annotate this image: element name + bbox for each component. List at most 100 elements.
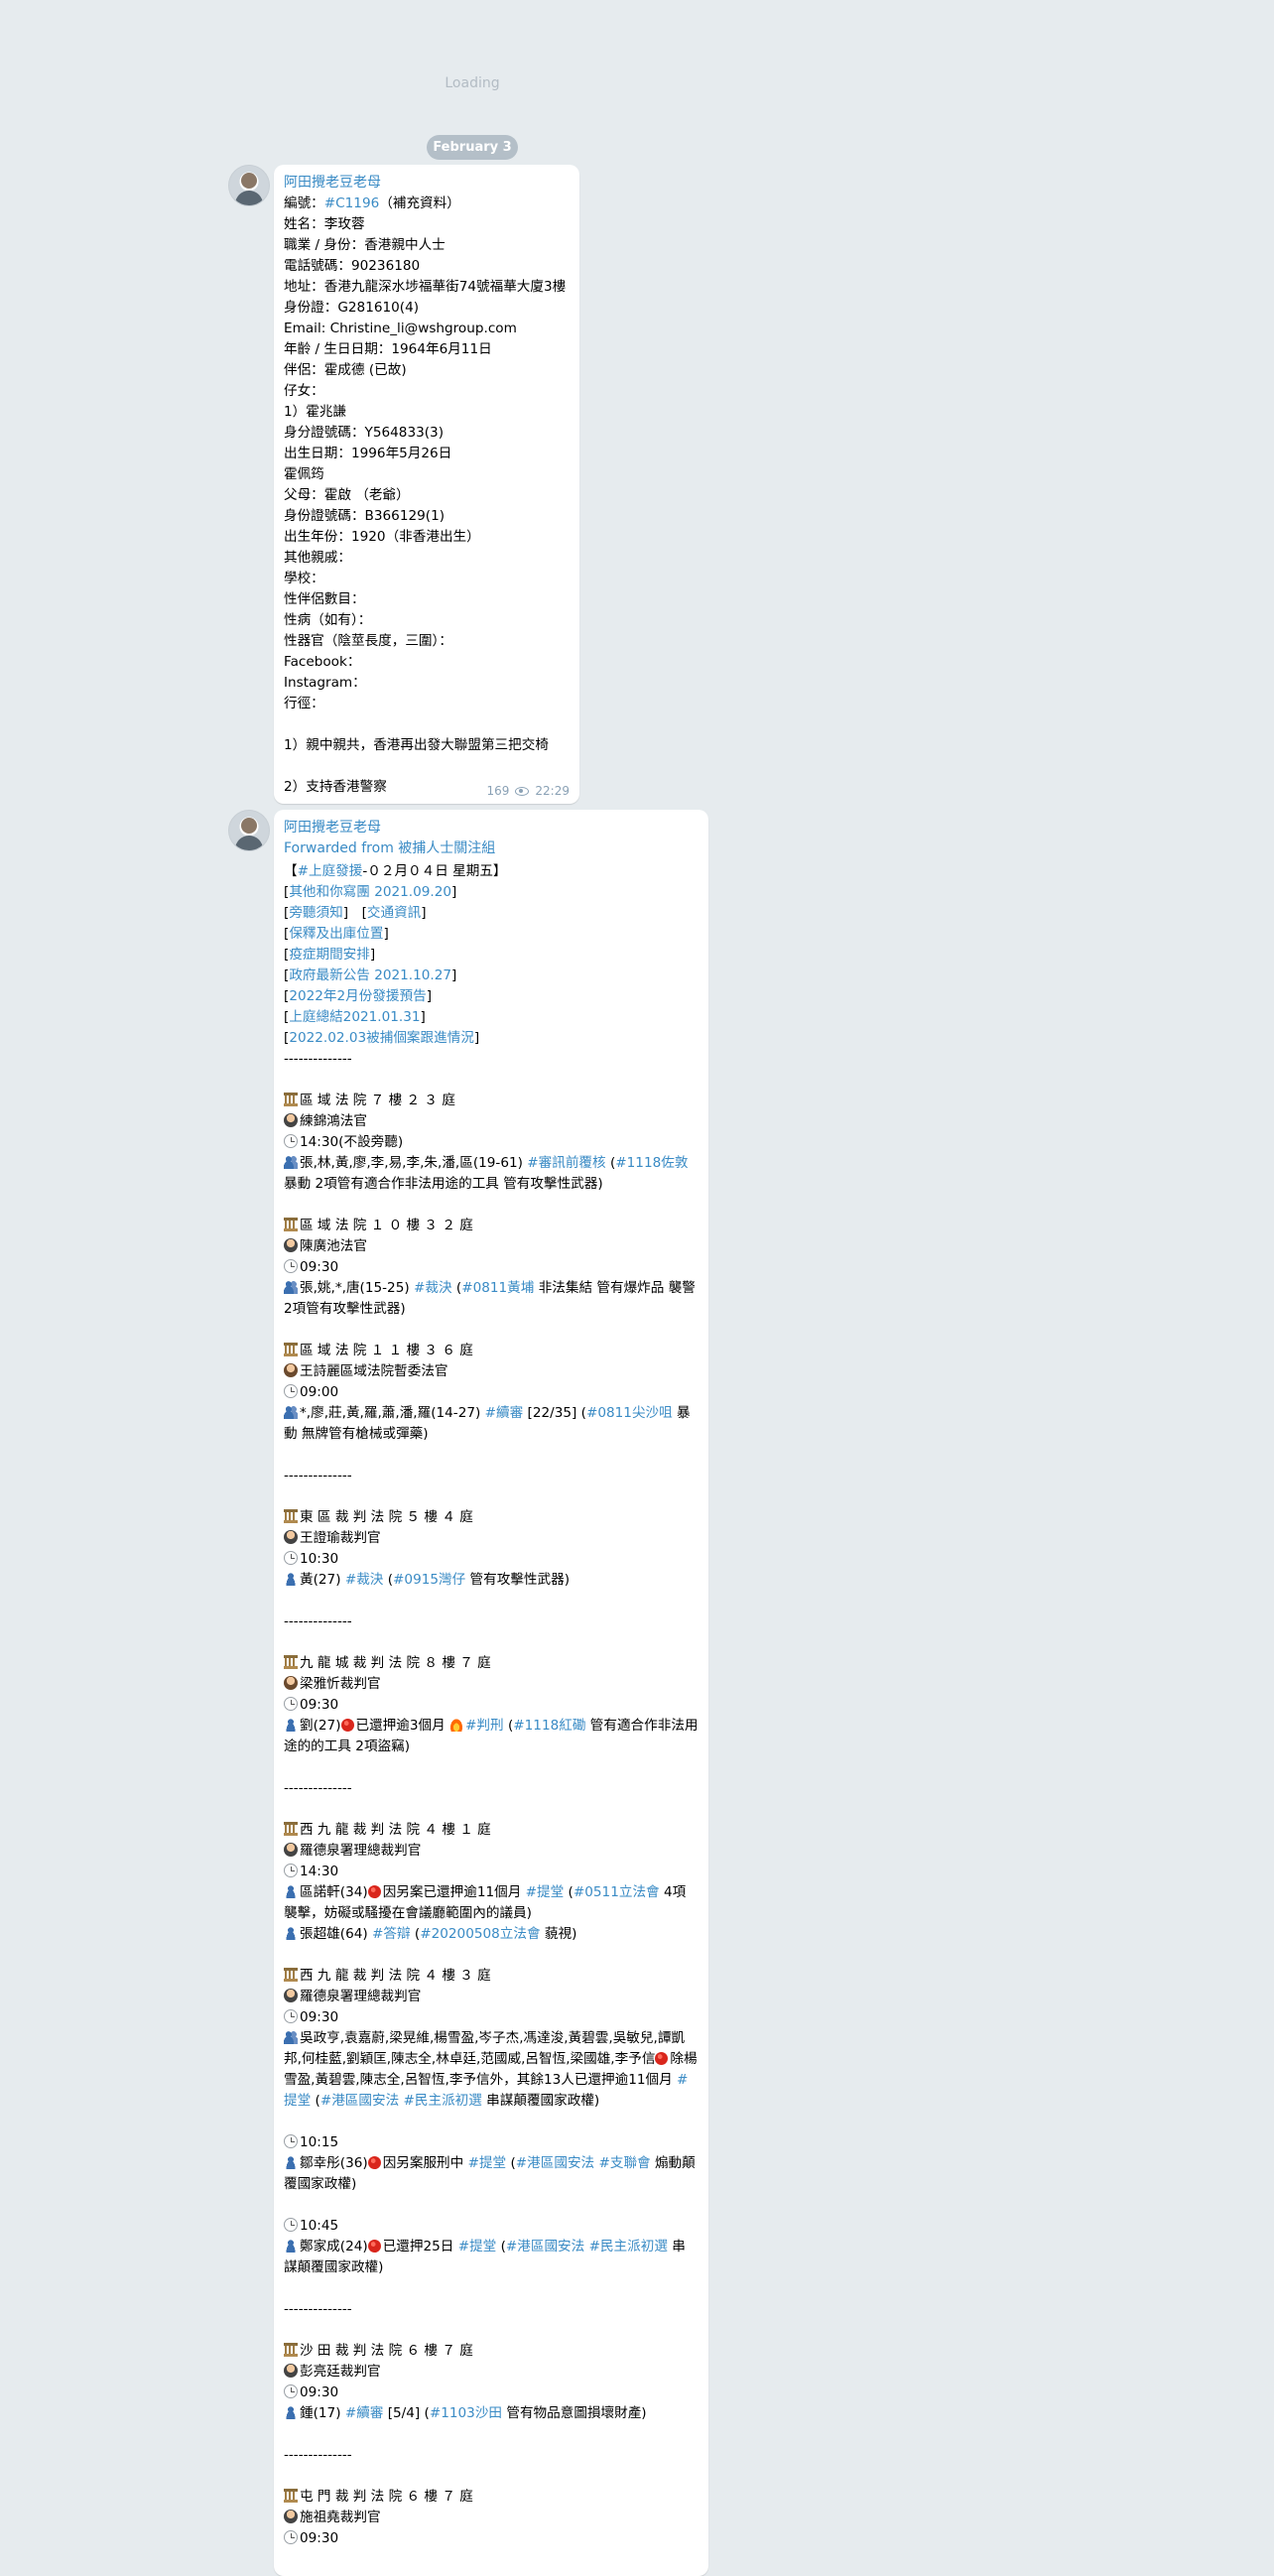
hashtag-link[interactable]: #民主派初選 — [589, 2239, 668, 2254]
hashtag-link[interactable]: 2022.02.03被捕個案跟進情況 — [289, 1030, 474, 1046]
forwarded-header[interactable]: Forwarded from 被捕人士關注組 — [284, 838, 699, 859]
text-span: ] [ — [342, 905, 367, 921]
hashtag-link[interactable]: 疫症期間安排 — [289, 947, 370, 963]
text-span: 霍佩筠 — [284, 466, 324, 482]
sender-name[interactable]: 阿田攪老豆老母 — [284, 173, 570, 193]
hashtag-link[interactable]: #0811尖沙咀 — [586, 1405, 673, 1421]
people-icon — [284, 1280, 298, 1294]
judge-icon — [284, 1113, 298, 1127]
sender-name[interactable]: 阿田攪老豆老母 — [284, 818, 699, 838]
hashtag-link[interactable]: #裁決 — [414, 1280, 452, 1296]
text-line: Facebook： — [284, 652, 570, 673]
hashtag-link[interactable]: #支聯會 — [598, 2155, 650, 2171]
hashtag-link[interactable]: #0811黃埔 — [461, 1280, 534, 1296]
hashtag-link[interactable]: #20200508立法會 — [420, 1926, 540, 1942]
text-span: ] — [451, 884, 457, 900]
text-span: Instagram： — [284, 675, 366, 691]
text-span: 1）親中親共，香港再出發大聯盟第三把交椅 — [284, 737, 549, 753]
text-span: 姓名：李玫蓉 — [284, 216, 365, 232]
hashtag-link[interactable]: #1103沙田 — [430, 2405, 502, 2421]
text-span: 鄒幸彤(36) — [300, 2155, 368, 2171]
text-line — [284, 1757, 699, 1778]
hashtag-link[interactable]: #1118紅磡 — [513, 1718, 585, 1734]
text-line: 行徑： — [284, 694, 570, 714]
text-span: 身份證號碼：B366129(1) — [284, 508, 446, 524]
text-line: [旁聽須知] [交通資訊] — [284, 903, 699, 924]
court-icon — [284, 1822, 298, 1836]
forwarded-source[interactable]: 被捕人士關注組 — [398, 840, 495, 856]
text-span: 父母：霍啟 （老爺） — [284, 487, 410, 503]
text-line: 09:30 — [284, 1257, 699, 1278]
text-span: ‐‐‐‐‐‐‐‐‐‐‐‐‐‐ — [284, 1468, 352, 1483]
hashtag-link[interactable]: #續審 — [485, 1405, 524, 1421]
hashtag-link[interactable]: #審訊前覆核 — [527, 1155, 605, 1171]
text-line — [284, 2466, 699, 2487]
hashtag-link[interactable]: #C1196 — [324, 195, 379, 211]
hashtag-link[interactable]: #裁決 — [345, 1572, 384, 1588]
hashtag-link[interactable]: 交通資訊 — [367, 905, 421, 921]
text-line — [284, 2278, 699, 2299]
text-span: 性病（如有）： — [284, 612, 372, 628]
text-span: 學校： — [284, 571, 324, 586]
text-line: 張,林,黃,廖,李,易,李,朱,潘,區(19-61) #審訊前覆核 (#1118… — [284, 1153, 699, 1195]
text-span: 管有攻擊性武器) — [465, 1572, 570, 1588]
text-line: [上庭總結2021.01.31] — [284, 1007, 699, 1028]
hashtag-link[interactable]: #判刑 — [465, 1718, 504, 1734]
hashtag-link[interactable]: #提堂 — [458, 2239, 497, 2254]
hashtag-link[interactable]: 旁聽須知 — [289, 905, 342, 921]
red-circle-icon — [367, 2240, 381, 2253]
text-span: 09:30 — [300, 2530, 339, 2546]
judge-icon — [284, 1530, 298, 1544]
hashtag-link[interactable]: #1118佐敦 — [615, 1155, 688, 1171]
message-bubble-2[interactable]: 阿田攪老豆老母 Forwarded from 被捕人士關注組 【#上庭發援‐０２… — [274, 810, 708, 2576]
judge-icon — [284, 1238, 298, 1252]
court-icon — [284, 1343, 298, 1356]
person-icon — [284, 2155, 298, 2169]
text-span: 鄭家成(24) — [300, 2239, 368, 2254]
text-line: 區諾軒(34) 因另案已還押逾11個月 #提堂 (#0511立法會 4項襲擊，妨礙… — [284, 1882, 699, 1924]
text-line — [284, 1070, 699, 1091]
hashtag-link[interactable]: 保釋及出庫位置 — [289, 926, 383, 942]
hashtag-link[interactable]: #0511立法會 — [573, 1884, 660, 1900]
hashtag-link[interactable]: #續審 — [345, 2405, 384, 2421]
hashtag-link[interactable]: #港區國安法 — [506, 2239, 584, 2254]
hashtag-link[interactable]: 上庭總結2021.01.31 — [289, 1009, 420, 1025]
avatar-head — [241, 818, 257, 834]
text-span: 14:30 — [300, 1864, 339, 1879]
text-line: 性病（如有）： — [284, 610, 570, 631]
hashtag-link[interactable]: #提堂 — [526, 1884, 565, 1900]
text-span: 10:15 — [300, 2134, 339, 2150]
text-span: 王證瑜裁判官 — [300, 1530, 381, 1546]
text-line: 區 域 法 院 １ ０ 樓 ３ ２ 庭 — [284, 1216, 699, 1236]
forwarded-prefix: Forwarded from — [284, 840, 399, 856]
clock-icon — [284, 2134, 298, 2148]
red-circle-icon — [340, 1719, 354, 1732]
text-line: ‐‐‐‐‐‐‐‐‐‐‐‐‐‐ — [284, 1466, 699, 1486]
text-span: 鍾(17) — [300, 2405, 345, 2421]
hashtag-link[interactable]: #答辯 — [372, 1926, 411, 1942]
text-line: 09:30 — [284, 2528, 699, 2549]
message-bubble-1[interactable]: 阿田攪老豆老母 編號：#C1196（補充資料） 姓名：李玫蓉 職業 / 身份：香港親… — [274, 165, 579, 804]
text-line: ‐‐‐‐‐‐‐‐‐‐‐‐‐‐ — [284, 1778, 699, 1799]
text-line: 職業 / 身份：香港親中人士 — [284, 235, 570, 256]
loading-indicator: Loading — [445, 75, 500, 91]
text-span: 梁雅忻裁判官 — [300, 1676, 381, 1692]
hashtag-link[interactable]: #0915灣仔 — [393, 1572, 465, 1588]
court-icon — [284, 1968, 298, 1982]
hashtag-link[interactable]: 其他和你寫團 2021.09.20 — [289, 884, 451, 900]
text-span: 羅德泉署理總裁判官 — [300, 1989, 422, 2004]
hashtag-link[interactable]: 2022年2月份發援預告 — [289, 988, 426, 1004]
text-line: 張超雄(64) #答辯 (#20200508立法會 藐視) — [284, 1924, 699, 1945]
sender-avatar[interactable] — [228, 810, 270, 851]
hashtag-link[interactable]: #港區國安法 — [320, 2093, 399, 2109]
hashtag-link[interactable]: #港區國安法 — [516, 2155, 594, 2171]
hashtag-link[interactable]: #上庭發援 — [298, 863, 363, 879]
sender-avatar[interactable] — [228, 165, 270, 206]
text-span: 西 九 龍 裁 判 法 院 ４ 樓 ３ 庭 — [300, 1968, 491, 1984]
text-line: 14:30 — [284, 1862, 699, 1882]
text-line: 王證瑜裁判官 — [284, 1528, 699, 1549]
hashtag-link[interactable]: #民主派初選 — [404, 2093, 482, 2109]
text-span: 串謀顛覆國家政權) — [481, 2093, 600, 2109]
hashtag-link[interactable]: #提堂 — [468, 2155, 507, 2171]
hashtag-link[interactable]: 政府最新公告 2021.10.27 — [289, 967, 451, 983]
